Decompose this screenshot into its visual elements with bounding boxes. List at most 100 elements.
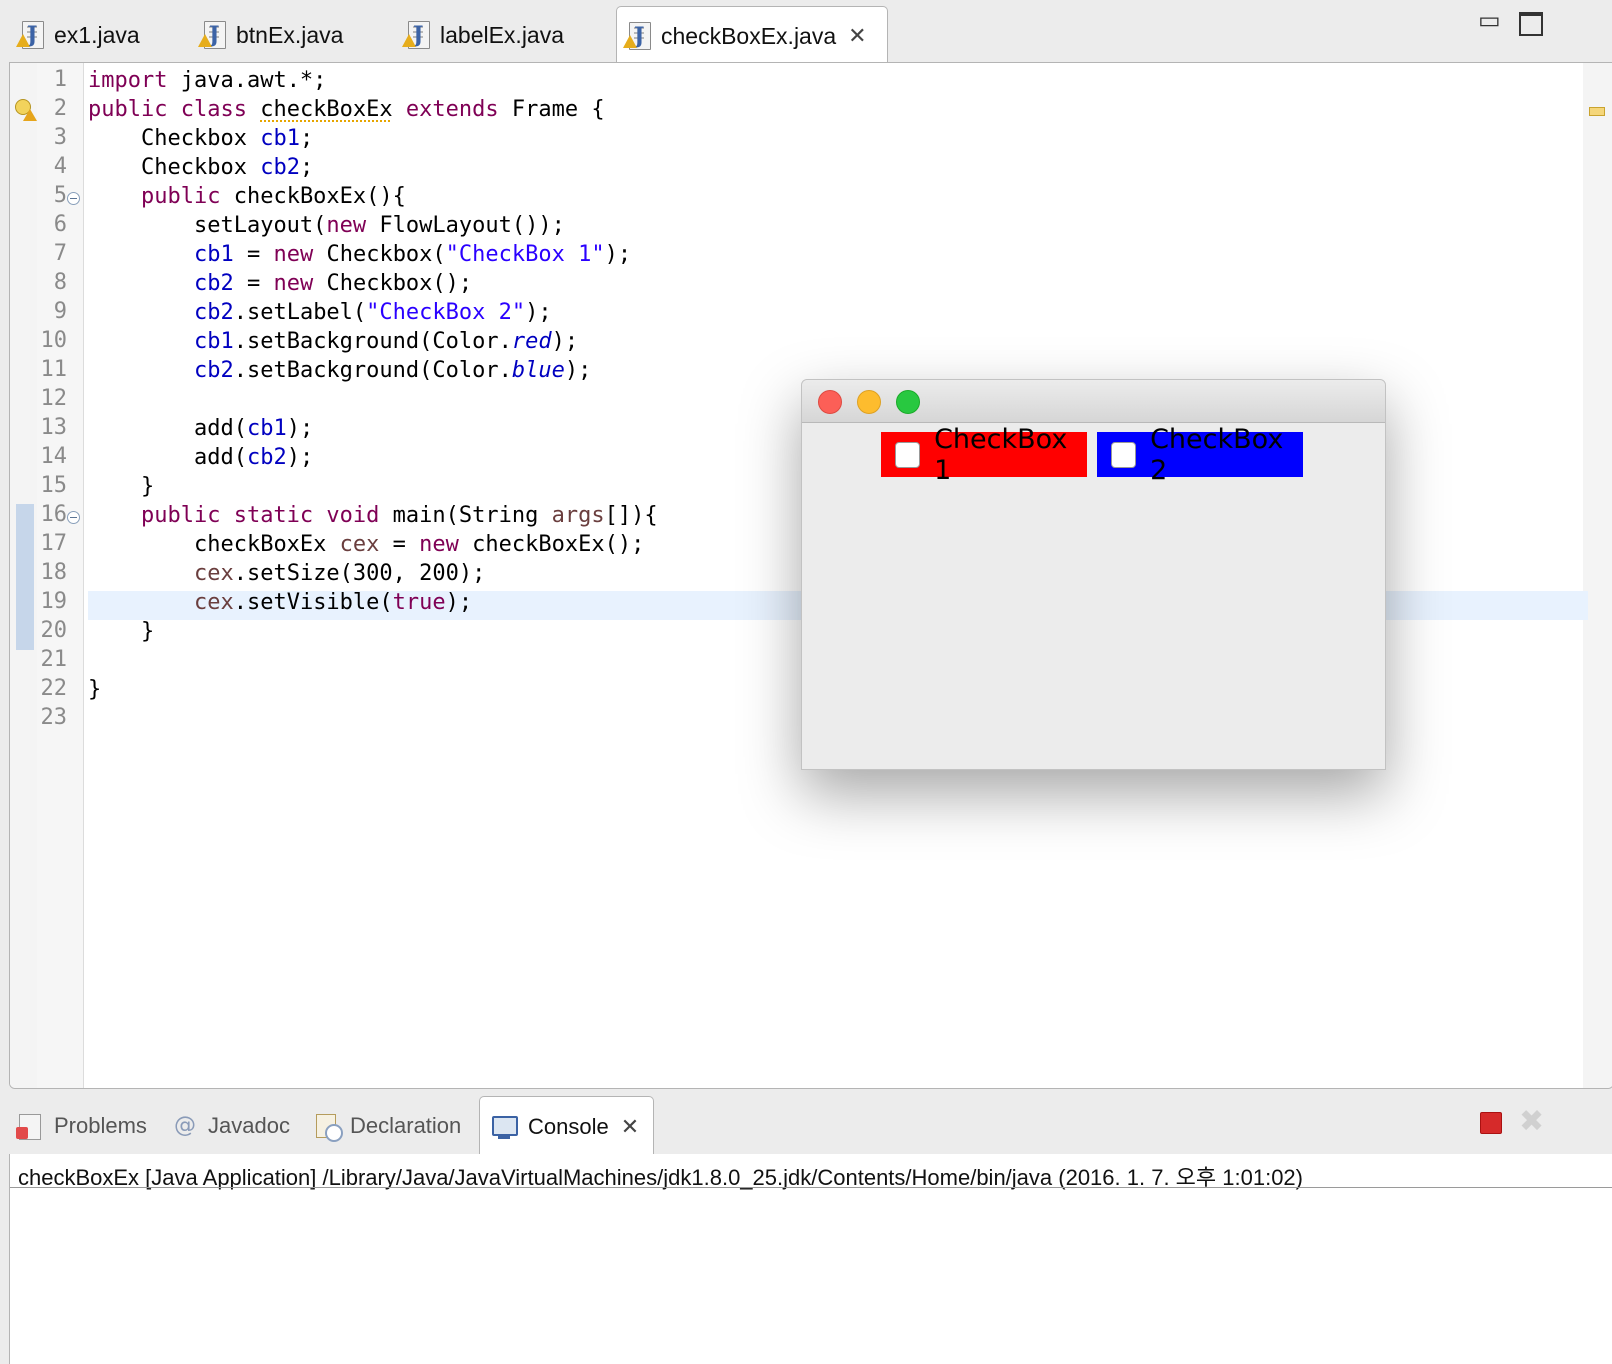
- code-token: Checkbox: [140, 126, 261, 151]
- checkbox-1-box[interactable]: [895, 441, 921, 468]
- code-token: .setBackground(Color.: [233, 358, 512, 383]
- code-token: blue: [511, 358, 565, 383]
- code-line-3: Checkbox cb1;: [88, 124, 313, 153]
- maximize-icon[interactable]: [1519, 12, 1543, 36]
- editor-tab-checkboxex[interactable]: J checkBoxEx.java ✕: [616, 6, 888, 65]
- line-number: 11: [40, 357, 68, 382]
- console-divider: [10, 1187, 1612, 1188]
- code-token: Checkbox(: [313, 242, 446, 267]
- code-token: true: [392, 590, 446, 615]
- code-token: Frame {: [498, 97, 605, 122]
- java-file-warning-icon: J: [623, 20, 653, 52]
- line-number: 23: [40, 705, 68, 730]
- tab-problems[interactable]: Problems: [16, 1096, 147, 1156]
- code-token: =: [233, 271, 274, 296]
- code-token: =: [233, 242, 274, 267]
- tab-declaration[interactable]: Declaration: [312, 1096, 461, 1156]
- checkbox-1[interactable]: CheckBox 1: [881, 424, 1087, 486]
- code-token: add(: [193, 416, 247, 441]
- code-token: );: [551, 329, 579, 354]
- code-token: cb1: [246, 416, 287, 441]
- tab-console[interactable]: Console ✕: [479, 1096, 655, 1157]
- code-token: .setSize(300, 200);: [233, 561, 486, 586]
- zoom-window-button[interactable]: [896, 390, 920, 414]
- code-token: new: [326, 213, 367, 238]
- code-line-5: public checkBoxEx(){: [88, 182, 406, 211]
- code-token: cb1: [260, 126, 300, 151]
- code-token: );: [604, 242, 632, 267]
- overview-ruler[interactable]: [1583, 63, 1612, 1088]
- tab-label: Console: [528, 1114, 609, 1139]
- code-token: new: [273, 271, 314, 296]
- minimize-icon[interactable]: ▭: [1478, 6, 1501, 34]
- window-titlebar[interactable]: [802, 380, 1385, 423]
- line-number: 1: [53, 67, 67, 92]
- editor-tab-label: ex1.java: [54, 21, 140, 48]
- tab-label: Problems: [54, 1113, 147, 1138]
- javadoc-icon: @: [174, 1113, 196, 1138]
- line-number: 14: [40, 444, 68, 469]
- code-token: cb2: [193, 271, 234, 296]
- editor-tab-ex1[interactable]: J ex1.java: [16, 6, 140, 64]
- bottom-panel-tabs: Problems @ Javadoc Declaration Console ✕…: [0, 1096, 1612, 1157]
- line-number: 3: [53, 125, 67, 150]
- code-token: extends: [405, 97, 499, 122]
- java-file-warning-icon: J: [198, 19, 228, 51]
- editor-tab-bar: J ex1.java J btnEx.java J labelEx.java J…: [0, 0, 1612, 65]
- range-indicator: [16, 504, 34, 650]
- editor-tab-btnex[interactable]: J btnEx.java: [198, 6, 343, 64]
- code-token: );: [525, 300, 552, 325]
- console-view[interactable]: checkBoxEx [Java Application] /Library/J…: [9, 1154, 1612, 1364]
- overview-warning-marker[interactable]: [1589, 107, 1605, 116]
- code-token: FlowLayout());: [366, 213, 565, 238]
- code-token: cb2: [193, 300, 234, 325]
- code-token: cb1: [193, 329, 234, 354]
- line-number: 15: [40, 473, 68, 498]
- code-token: cex: [193, 561, 234, 586]
- fold-collapse-icon[interactable]: [67, 192, 80, 205]
- editor-tab-labelex[interactable]: J labelEx.java: [402, 6, 564, 64]
- remove-launch-icon[interactable]: ✖: [1519, 1104, 1544, 1139]
- minimize-window-button[interactable]: [857, 390, 881, 414]
- editor-tab-label: labelEx.java: [440, 21, 565, 48]
- line-number: 10: [40, 328, 68, 353]
- checkbox-2[interactable]: CheckBox 2: [1097, 424, 1303, 486]
- awt-frame-window[interactable]: CheckBox 1 CheckBox 2: [801, 379, 1386, 770]
- line-number: 13: [40, 415, 68, 440]
- code-token: ;: [299, 126, 314, 151]
- editor-tab-label: btnEx.java: [236, 21, 344, 48]
- code-line-13: add(cb1);: [88, 414, 313, 443]
- checkbox-2-box[interactable]: [1111, 441, 1137, 468]
- code-token: }: [140, 619, 155, 644]
- code-line-15: }: [88, 472, 154, 501]
- line-number: 19: [40, 589, 68, 614]
- tab-javadoc[interactable]: @ Javadoc: [170, 1096, 290, 1156]
- java-file-warning-icon: J: [16, 19, 46, 51]
- code-token: cex: [193, 590, 234, 615]
- code-token: }: [140, 474, 155, 499]
- close-tab-icon[interactable]: ✕: [848, 24, 866, 49]
- code-line-7: cb1 = new Checkbox("CheckBox 1");: [88, 240, 631, 269]
- close-tab-icon[interactable]: ✕: [621, 1115, 639, 1140]
- fold-collapse-icon[interactable]: [67, 511, 80, 524]
- code-token: cb1: [193, 242, 234, 267]
- code-token: );: [286, 445, 314, 470]
- code-token: new: [419, 532, 459, 557]
- code-line-19: cex.setVisible(true);: [88, 588, 472, 617]
- code-token: }: [88, 677, 102, 702]
- warning-marker-icon[interactable]: [15, 99, 37, 123]
- code-token: add(: [193, 445, 247, 470]
- console-icon: [490, 1112, 520, 1142]
- code-token: .setLabel(: [233, 300, 367, 325]
- terminate-icon[interactable]: [1480, 1112, 1502, 1134]
- close-window-button[interactable]: [818, 390, 842, 414]
- code-line-17: checkBoxEx cex = new checkBoxEx();: [88, 530, 644, 559]
- code-token: );: [564, 358, 592, 383]
- line-number: 5: [53, 183, 67, 208]
- code-token-warning: checkBoxEx: [260, 97, 393, 122]
- code-token: =: [379, 532, 420, 557]
- code-token: checkBoxEx(){: [220, 184, 406, 209]
- code-token: .setVisible(: [233, 590, 393, 615]
- code-token: cex: [339, 532, 380, 557]
- code-line-10: cb1.setBackground(Color.red);: [88, 327, 578, 356]
